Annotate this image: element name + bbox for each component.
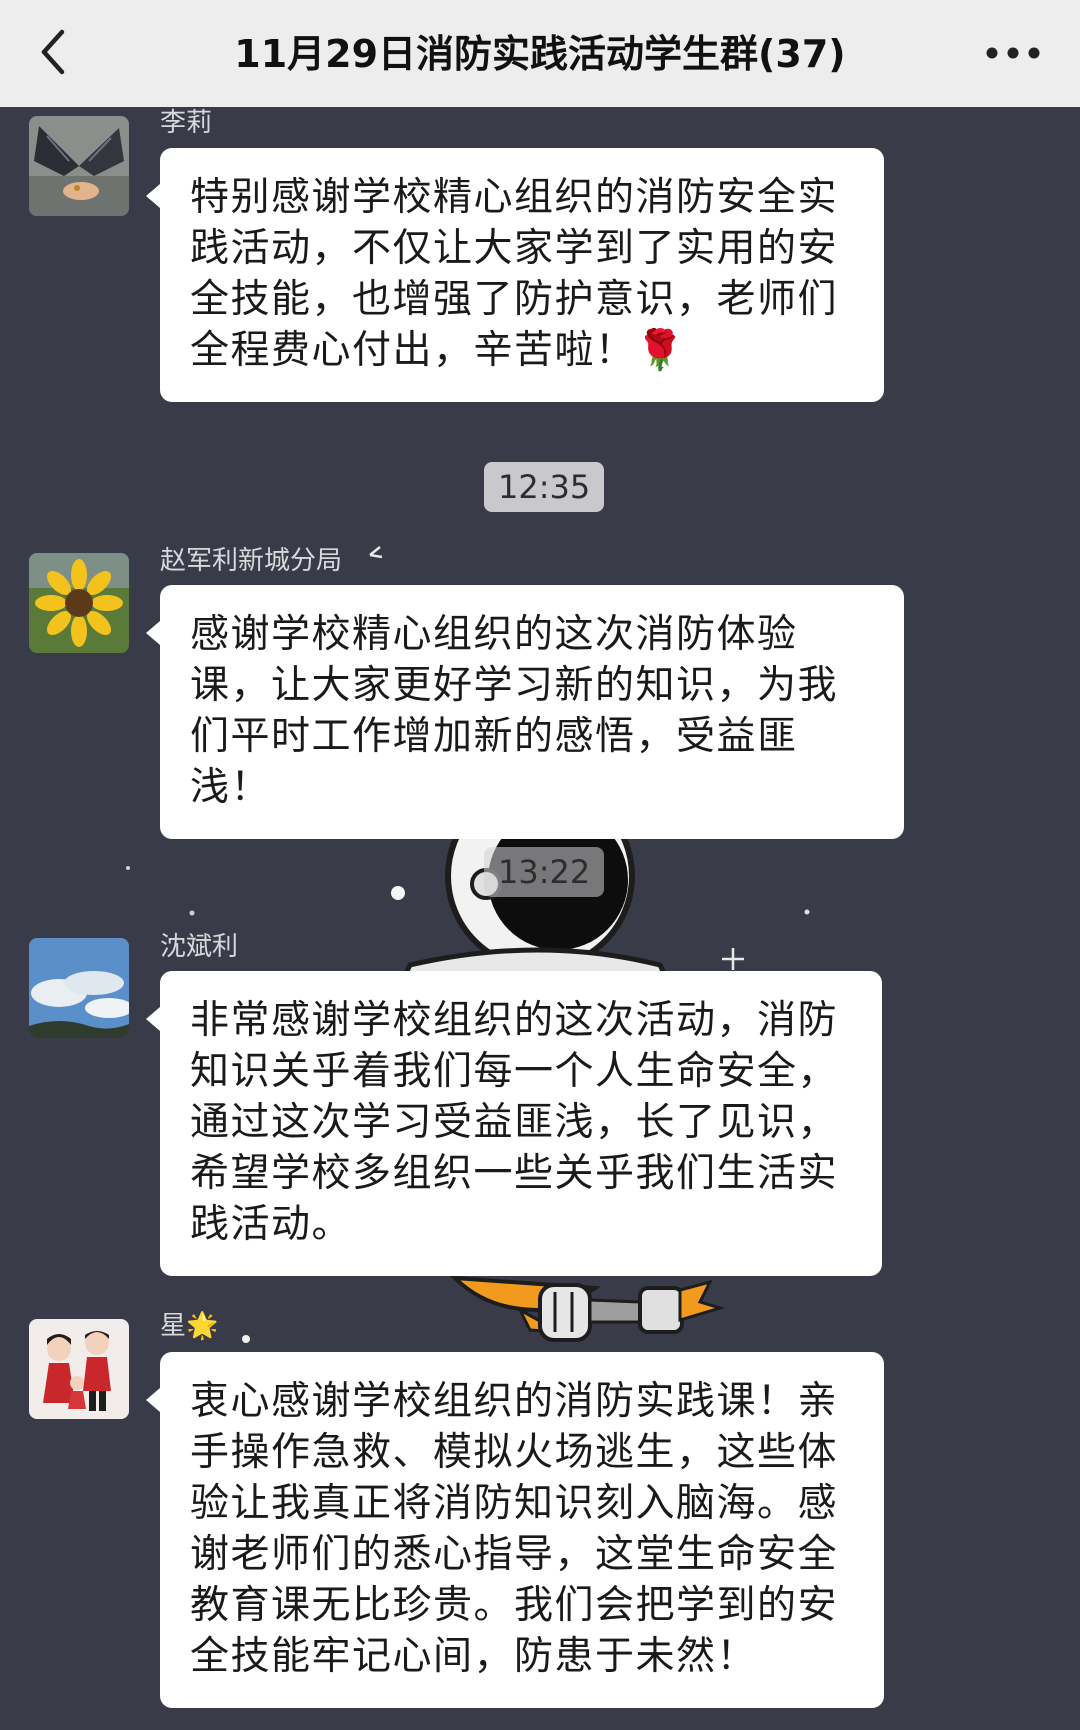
message-text: 感谢学校精心组织的这次消防体验课，让大家更好学习新的知识，为我们平时工作增加新的… xyxy=(190,612,839,810)
butterfly-avatar[interactable] xyxy=(29,116,129,216)
star-emoji: 🌟 xyxy=(186,1311,219,1341)
message-bubble[interactable]: 特别感谢学校精心组织的消防安全实践活动，不仅让大家学到了实用的安全技能，也增强了… xyxy=(146,148,884,402)
timestamp: 13:22 xyxy=(484,847,605,897)
message-text: 特别感谢学校精心组织的消防安全实践活动，不仅让大家学到了实用的安全技能，也增强了… xyxy=(190,175,839,373)
chat-header: 11月29日消防实践活动学生群(37) xyxy=(0,0,1080,107)
more-options-icon[interactable] xyxy=(980,28,1050,78)
rose-emoji: 🌹 xyxy=(635,328,686,373)
message-text: 衷心感谢学校组织的消防实践课！亲手操作急救、模拟火场逃生，这些体验让我真正将消防… xyxy=(190,1379,839,1679)
message-text: 非常感谢学校组织的这次活动，消防知识关乎着我们每一个人生命安全，通过这次学习受益… xyxy=(190,998,839,1247)
message-bubble[interactable]: 非常感谢学校组织的这次活动，消防知识关乎着我们每一个人生命安全，通过这次学习受益… xyxy=(146,971,882,1276)
couple-avatar[interactable] xyxy=(29,1319,129,1419)
sender-name: 赵军利新城分局 xyxy=(160,546,343,576)
sunflower-avatar[interactable] xyxy=(29,553,129,653)
sender-name: 星🌟 xyxy=(160,1311,219,1341)
sender-name: 李莉 xyxy=(160,108,213,138)
sky-avatar[interactable] xyxy=(29,938,129,1038)
message-bubble[interactable]: 感谢学校精心组织的这次消防体验课，让大家更好学习新的知识，为我们平时工作增加新的… xyxy=(146,585,904,839)
sender-name: 沈斌利 xyxy=(160,932,239,962)
message-bubble[interactable]: 衷心感谢学校组织的消防实践课！亲手操作急救、模拟火场逃生，这些体验让我真正将消防… xyxy=(146,1352,884,1708)
chat-title: 11月29日消防实践活动学生群(37) xyxy=(234,32,846,76)
timestamp: 12:35 xyxy=(484,462,605,512)
back-arrow-icon[interactable] xyxy=(30,22,80,82)
